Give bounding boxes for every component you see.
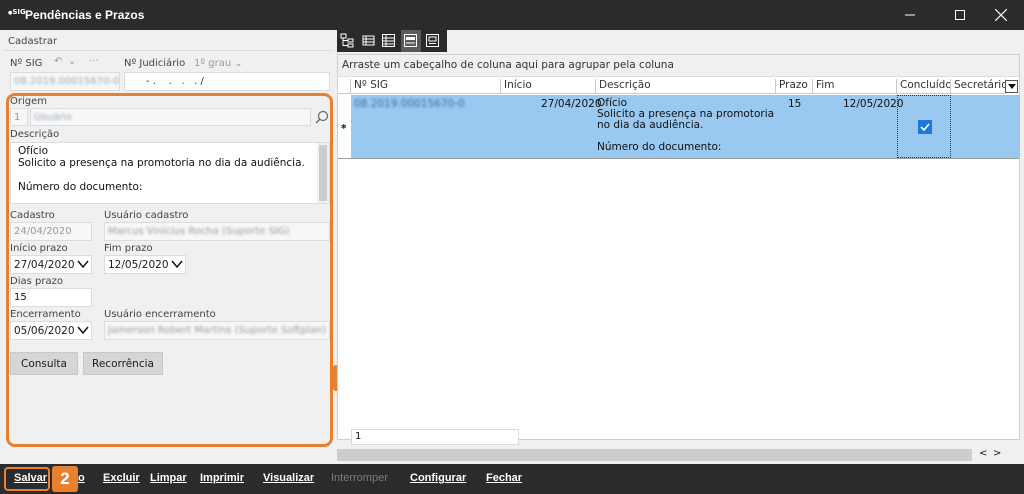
- card-view-icon[interactable]: [425, 33, 440, 48]
- register-panel: Cadastrar Nº SIG ↶ ⌄ ··· 08.2019.0001567…: [4, 32, 334, 464]
- row-concluido-cell[interactable]: [897, 95, 951, 158]
- checkmark-icon: [920, 123, 930, 131]
- configurar-button[interactable]: Configurar: [410, 472, 466, 484]
- row-descricao: Ofício Solicito a presença na promotoria…: [597, 98, 774, 153]
- nsig-field[interactable]: 08.2019.00015670-0: [10, 72, 120, 91]
- njudiciario-value: - . . . . /: [146, 76, 204, 87]
- app-logo-text: SIG: [12, 8, 26, 16]
- chevron-down-icon[interactable]: ⌄: [68, 56, 76, 67]
- column-header-secretario[interactable]: Secretário: [951, 79, 1006, 94]
- close-icon: [995, 9, 1007, 21]
- minimize-icon: [905, 14, 915, 16]
- scroll-thumb[interactable]: [337, 449, 972, 461]
- list-view-icon[interactable]: [361, 33, 376, 48]
- row-descricao-line: Número do documento:: [597, 141, 722, 153]
- maximize-button[interactable]: [937, 0, 983, 30]
- dropdown-arrow-icon: [1007, 83, 1016, 89]
- table-row[interactable]: 08.2019.00015670-0 27/04/2020 Ofício Sol…: [351, 95, 1020, 158]
- highlight-frame: [6, 93, 333, 447]
- imprimir-button[interactable]: Imprimir: [200, 472, 244, 484]
- main-form: Cadastrar Nº SIG ↶ ⌄ ··· 08.2019.0001567…: [0, 30, 1024, 464]
- group-hint: Arraste um cabeçalho de coluna aqui para…: [342, 59, 674, 71]
- row-divider: [338, 158, 1019, 159]
- interromper-button: Interromper: [331, 472, 388, 484]
- nsig-value: 08.2019.00015670-0: [14, 76, 120, 87]
- scroll-left-button[interactable]: <: [979, 448, 987, 459]
- row-fim: 12/05/2020: [843, 98, 904, 110]
- visualizar-button[interactable]: Visualizar: [263, 472, 314, 484]
- concluido-checkbox[interactable]: [918, 120, 932, 134]
- app-logo-icon: ●SIG: [8, 8, 26, 17]
- chevron-down-icon: ⌄: [234, 58, 243, 69]
- row-descricao-line: no dia da audiência.: [597, 119, 704, 131]
- undo-icon[interactable]: ↶: [54, 56, 62, 67]
- column-header-inicio[interactable]: Início: [501, 79, 596, 94]
- novo-button[interactable]: o: [78, 472, 85, 484]
- grau-select[interactable]: 1º grau ⌄: [194, 58, 243, 69]
- column-chooser-button[interactable]: [1005, 80, 1018, 93]
- row-prazo: 15: [788, 98, 802, 110]
- fechar-button[interactable]: Fechar: [486, 472, 522, 484]
- salvar-button[interactable]: Salvar: [14, 472, 47, 484]
- grau-label: 1º grau: [194, 58, 232, 69]
- title-bar: ●SIG Pendências e Prazos: [0, 0, 1024, 30]
- column-header-fim[interactable]: Fim: [813, 79, 897, 94]
- maximize-icon: [955, 10, 965, 20]
- limpar-button[interactable]: Limpar: [150, 472, 187, 484]
- action-bar: Salvar 2 o Excluir Limpar Imprimir Visua…: [0, 464, 1024, 494]
- tree-view-icon[interactable]: [340, 33, 355, 48]
- group-by-area[interactable]: Arraste um cabeçalho de coluna aqui para…: [338, 55, 1019, 77]
- chevron-right-icon: >: [993, 448, 1002, 459]
- detail-view-icon[interactable]: [403, 33, 418, 48]
- window-title: Pendências e Prazos: [25, 8, 145, 22]
- section-label: Cadastrar: [8, 36, 58, 47]
- table-view-icon[interactable]: [381, 33, 396, 48]
- new-row-marker: *: [341, 123, 347, 135]
- record-count: 1: [355, 431, 362, 442]
- njudiciario-field[interactable]: - . . . . /: [124, 72, 330, 91]
- chevron-left-icon: <: [979, 448, 988, 459]
- nsig-label: Nº SIG: [10, 58, 43, 69]
- annotation-badge-2: 2: [52, 466, 78, 492]
- column-header-descricao[interactable]: Descrição: [596, 79, 776, 94]
- horizontal-scrollbar[interactable]: < >: [337, 448, 1020, 462]
- column-header-prazo[interactable]: Prazo: [776, 79, 813, 94]
- row-inicio: 27/04/2020: [541, 98, 602, 110]
- minimize-button[interactable]: [887, 0, 933, 30]
- row-nsig: 08.2019.00015670-0: [354, 98, 465, 110]
- close-button[interactable]: [978, 0, 1024, 30]
- column-header-nsig[interactable]: Nº SIG: [351, 79, 501, 94]
- scroll-right-button[interactable]: >: [993, 448, 1001, 459]
- grid-toolbar: [337, 30, 447, 52]
- row-indicator-header: [338, 79, 351, 94]
- column-header-concluido[interactable]: Concluído: [897, 79, 951, 94]
- results-grid: Arraste um cabeçalho de coluna aqui para…: [337, 54, 1020, 445]
- more-icon[interactable]: ···: [89, 56, 99, 67]
- record-count-field[interactable]: 1: [351, 429, 519, 445]
- grid-panel: Arraste um cabeçalho de coluna aqui para…: [337, 30, 1020, 464]
- njudiciario-label: Nº Judiciário: [124, 58, 186, 69]
- excluir-button[interactable]: Excluir: [103, 472, 140, 484]
- divider: [4, 50, 334, 51]
